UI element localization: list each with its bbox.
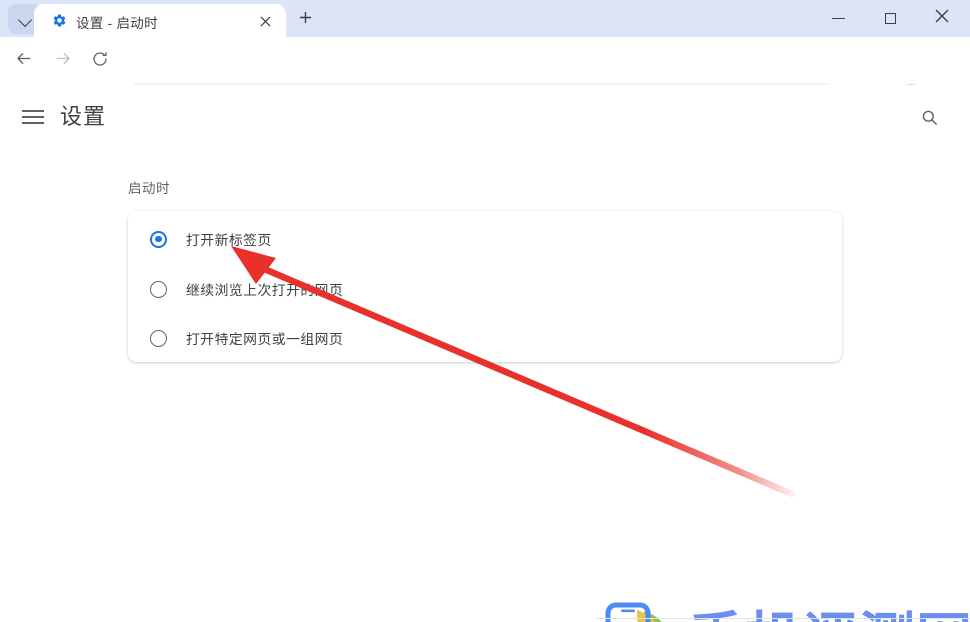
arrow-right-icon (54, 49, 73, 73)
tab-strip: 设置 - 启动时 (0, 0, 970, 37)
maximize-button[interactable] (864, 0, 916, 37)
search-icon[interactable] (915, 103, 943, 131)
radio-button-unselected[interactable] (150, 329, 167, 347)
radio-button-selected[interactable] (150, 230, 167, 248)
maximize-icon (884, 13, 896, 24)
section-label: 启动时 (128, 181, 170, 196)
radio-option-label: 打开特定网页或一组网页 (186, 332, 344, 347)
settings-page: 设置 启动时 打开新标签页 继续浏览上次打开的网页 打开特定网页或一组网页 (0, 85, 970, 622)
page-title: 设置 (60, 104, 107, 129)
gear-icon (52, 13, 67, 28)
bottom-divider (595, 618, 970, 619)
radio-option-label: 打开新标签页 (186, 233, 272, 248)
reload-icon (91, 50, 109, 73)
window-controls (812, 0, 970, 37)
forward-button[interactable] (48, 46, 78, 76)
back-button[interactable] (8, 46, 38, 76)
browser-window: 设置 - 启动时 设置 启动时 打开新标签页 继续浏览上次打开的网页 打开特定网… (0, 0, 970, 622)
radio-option-specific-pages[interactable]: 打开特定网页或一组网页 (128, 313, 842, 363)
new-tab-button[interactable] (290, 6, 320, 34)
browser-toolbar: Chrome chrome://settings/onStartup (0, 37, 970, 113)
watermark-text: 手机评测网 (688, 611, 970, 622)
radio-option-continue-where-left-off[interactable]: 继续浏览上次打开的网页 (128, 264, 842, 314)
minimize-icon (831, 17, 845, 20)
startup-options-card: 打开新标签页 继续浏览上次打开的网页 打开特定网页或一组网页 (128, 211, 842, 362)
reload-button[interactable] (85, 46, 115, 76)
minimize-button[interactable] (812, 0, 864, 37)
close-icon[interactable] (257, 13, 273, 29)
plus-icon (298, 10, 313, 30)
chevron-down-icon (19, 13, 32, 26)
radio-button-unselected[interactable] (150, 280, 167, 298)
radio-option-label: 继续浏览上次打开的网页 (186, 283, 344, 298)
arrow-left-icon (14, 49, 33, 73)
close-window-icon (935, 9, 949, 28)
close-window-button[interactable] (916, 0, 968, 37)
radio-option-new-tab-page[interactable]: 打开新标签页 (128, 214, 842, 264)
browser-tab[interactable]: 设置 - 启动时 (34, 4, 286, 37)
tab-title: 设置 - 启动时 (76, 16, 158, 31)
hamburger-menu-icon[interactable] (22, 105, 46, 129)
